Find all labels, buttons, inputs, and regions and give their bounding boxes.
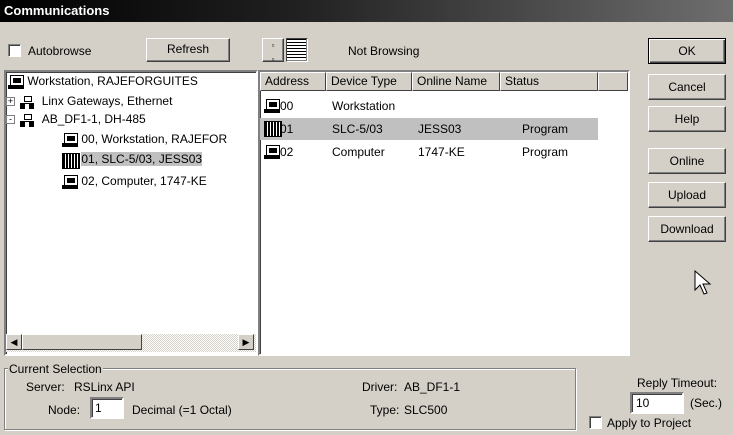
tree-item-linx-gateways[interactable]: + Linx Gateways, Ethernet [6, 92, 172, 110]
upload-button[interactable]: Upload [648, 182, 726, 208]
computer-icon [264, 99, 280, 113]
online-button[interactable]: Online [648, 148, 726, 174]
cell-status: Program [522, 145, 569, 159]
network-icon [20, 95, 35, 109]
tree-item-label: AB_DF1-1, DH-485 [41, 112, 146, 126]
reply-timeout-label: Reply Timeout: [637, 376, 718, 390]
cell-address: 01 [280, 122, 294, 136]
scroll-thumb[interactable] [22, 334, 142, 350]
list-view-button[interactable]: ▫ ▫ [262, 38, 284, 64]
column-header-spacer [598, 72, 628, 91]
column-header-address[interactable]: Address [260, 72, 326, 91]
column-header-status[interactable]: Status [500, 72, 598, 91]
computer-icon [264, 145, 280, 159]
node-label: Node: [48, 403, 81, 417]
tree-item-node-02[interactable]: 02, Computer, 1747-KE [62, 172, 207, 190]
network-icon [20, 113, 35, 127]
computer-icon [62, 132, 78, 147]
type-value: SLC500 [404, 403, 448, 417]
help-button[interactable]: Help [648, 106, 726, 132]
tree-item-label: Workstation, RAJEFORGUITES [27, 74, 198, 88]
browse-status: Not Browsing [348, 44, 420, 58]
refresh-button[interactable]: Refresh [146, 38, 230, 62]
title-bar: Communications [0, 0, 733, 22]
reply-timeout-unit: (Sec.) [690, 396, 723, 410]
scroll-left-icon[interactable]: ◀ [6, 334, 22, 350]
details-view-button[interactable] [286, 38, 308, 62]
tree-item-label: 02, Computer, 1747-KE [81, 174, 207, 188]
tree-item-label: Linx Gateways, Ethernet [41, 94, 173, 108]
cell-online-name: JESS03 [418, 122, 462, 136]
expand-icon[interactable]: + [6, 97, 15, 107]
autobrowse-checkbox[interactable] [8, 44, 21, 57]
window-title: Communications [4, 3, 110, 18]
tree-item-ab-df1[interactable]: - AB_DF1-1, DH-485 [6, 110, 146, 128]
tree-pane[interactable]: Workstation, RAJEFORGUITES + Linx Gatewa… [4, 70, 258, 356]
node-input[interactable]: 1 [90, 397, 124, 419]
scroll-right-icon[interactable]: ▶ [238, 334, 254, 350]
reply-timeout-input[interactable]: 10 [630, 392, 684, 414]
plc-icon [264, 121, 282, 137]
node-format: Decimal (=1 Octal) [132, 403, 232, 417]
server-value: RSLinx API [74, 380, 135, 394]
plc-icon [62, 152, 80, 169]
cell-address: 00 [280, 99, 294, 113]
cell-device-type: Workstation [332, 99, 396, 113]
tree-item-node-01[interactable]: 01, SLC-5/03, JESS03 [62, 150, 203, 169]
current-selection-legend: Current Selection [8, 362, 103, 376]
cell-online-name: 1747-KE [418, 145, 465, 159]
cell-address: 02 [280, 145, 294, 159]
mouse-cursor-icon [694, 270, 712, 295]
cell-device-type: Computer [332, 145, 385, 159]
cell-status: Program [522, 122, 569, 136]
apply-to-project-label: Apply to Project [607, 416, 692, 430]
device-list-pane[interactable]: Address Device Type Online Name Status 0… [258, 70, 630, 356]
type-label: Type: [370, 403, 400, 417]
computer-icon [8, 74, 24, 89]
autobrowse-label: Autobrowse [28, 44, 92, 58]
column-header-device-type[interactable]: Device Type [326, 72, 412, 91]
table-row[interactable]: 01 SLC-5/03 JESS03 Program [260, 118, 598, 140]
tree-horizontal-scrollbar[interactable]: ◀ ▶ [6, 334, 256, 352]
node-input-value: 1 [95, 401, 102, 415]
table-row[interactable]: 00 Workstation [260, 96, 628, 116]
table-row[interactable]: 02 Computer 1747-KE Program [260, 142, 628, 162]
cell-device-type: SLC-5/03 [332, 122, 383, 136]
reply-timeout-value: 10 [636, 396, 650, 410]
driver-value: AB_DF1-1 [404, 380, 461, 394]
collapse-icon[interactable]: - [6, 115, 15, 125]
tree-item-label: 01, SLC-5/03, JESS03 [81, 152, 203, 166]
driver-label: Driver: [362, 380, 398, 394]
download-button[interactable]: Download [648, 216, 726, 242]
column-header-online-name[interactable]: Online Name [412, 72, 500, 91]
server-label: Server: [26, 380, 65, 394]
tree-item-label: 00, Workstation, RAJEFOR [81, 132, 228, 146]
list-view-icon: ▫ ▫ [271, 41, 275, 64]
tree-item-node-00[interactable]: 00, Workstation, RAJEFOR [62, 130, 227, 148]
tree-item-workstation[interactable]: Workstation, RAJEFORGUITES [8, 72, 198, 90]
computer-icon [62, 174, 78, 189]
cancel-button[interactable]: Cancel [648, 74, 726, 100]
ok-button[interactable]: OK [648, 38, 726, 64]
apply-to-project-checkbox[interactable] [589, 416, 602, 429]
